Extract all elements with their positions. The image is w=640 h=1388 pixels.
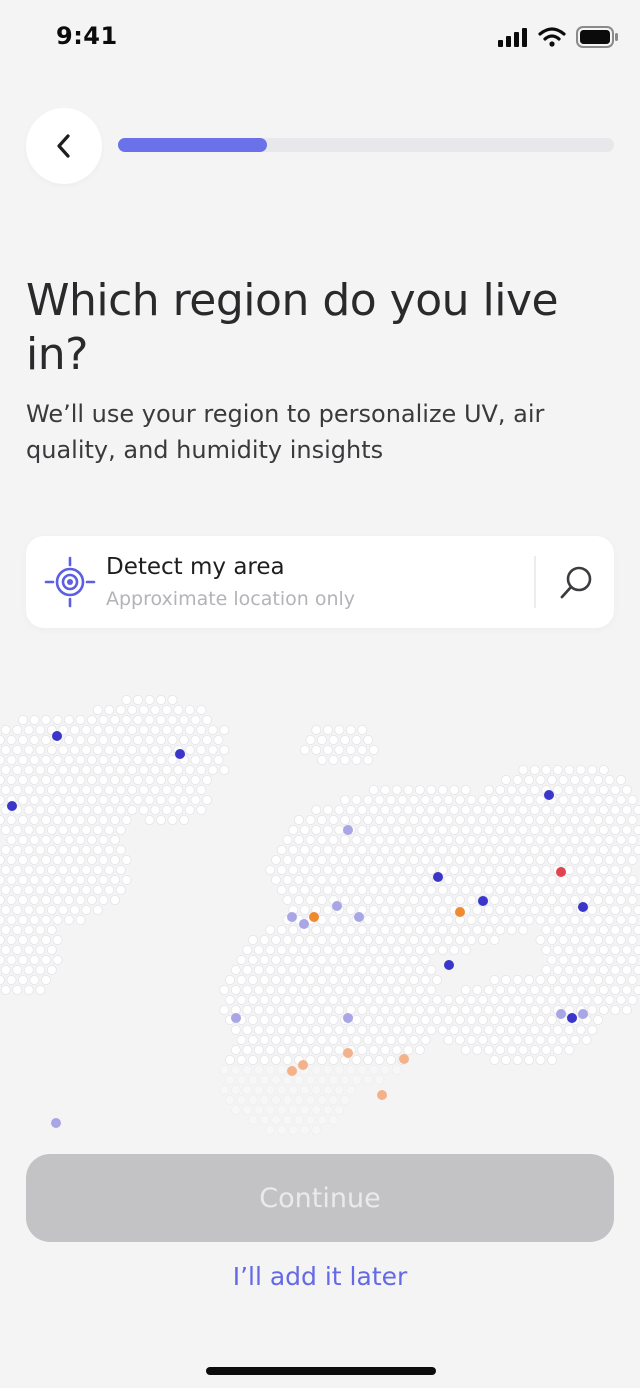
progress-fill xyxy=(118,138,267,152)
detect-label: Detect my area xyxy=(106,554,285,580)
home-indicator xyxy=(206,1367,436,1375)
page-subtitle: We’ll use your region to personalize UV,… xyxy=(26,400,545,464)
location-target-icon xyxy=(44,556,96,608)
divider xyxy=(534,556,536,608)
hex-world-map xyxy=(0,695,640,1135)
detect-sublabel: Approximate location only xyxy=(106,588,356,610)
status-time: 9:41 xyxy=(56,22,118,50)
continue-button[interactable]: Continue xyxy=(26,1154,614,1242)
wifi-icon xyxy=(538,27,566,47)
search-icon[interactable] xyxy=(558,564,596,602)
cellular-signal-icon xyxy=(498,28,527,47)
page-title: Which region do you live in? xyxy=(26,275,559,380)
add-later-link[interactable]: I’ll add it later xyxy=(0,1262,640,1291)
detect-location-card[interactable]: Detect my area Approximate location only xyxy=(26,536,614,628)
status-icons xyxy=(498,26,618,48)
status-bar: 9:41 xyxy=(0,0,640,80)
chevron-left-icon xyxy=(57,134,70,158)
back-button[interactable] xyxy=(26,108,102,184)
battery-icon xyxy=(576,26,618,48)
progress-bar xyxy=(118,138,614,152)
